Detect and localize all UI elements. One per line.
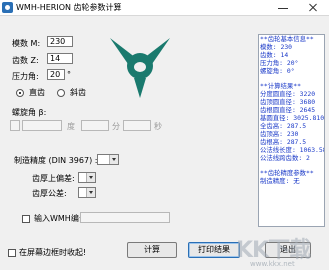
output-spacer	[259, 162, 324, 169]
window-title: WMH-HERION 齿轮参数计算	[16, 3, 122, 12]
minimize-button[interactable]	[272, 0, 294, 15]
spur-gear-radio[interactable]	[16, 89, 24, 97]
collapse-at-edge-checkbox[interactable]	[8, 249, 16, 257]
precision-select[interactable]	[97, 154, 119, 165]
pressure-angle-label: 压力角:	[12, 72, 39, 81]
wmh-number-checkbox[interactable]	[22, 215, 30, 223]
watermark-url: www.kkx.net	[250, 260, 295, 268]
helical-gear-label: 斜齿	[70, 88, 86, 97]
module-input[interactable]: 230	[47, 36, 73, 47]
collapse-at-edge-label: 在屏幕边框时收起!	[19, 248, 87, 257]
helix-minute-input	[81, 120, 109, 131]
helix-angle-label: 螺旋角 β:	[12, 108, 47, 117]
output-line: 齿顶高: 230	[260, 130, 299, 138]
helix-second-unit: 秒	[154, 122, 162, 131]
output-line: 齿根圆直径: 2645	[260, 106, 316, 114]
output-line: 齿顶圆直径: 3680	[260, 98, 316, 106]
helical-gear-radio[interactable]	[57, 89, 65, 97]
teeth-label: 齿数 Z:	[12, 56, 39, 65]
tolerance-select[interactable]	[78, 187, 96, 198]
output-line: 齿根高: 287.5	[260, 138, 307, 146]
teeth-input[interactable]: 14	[47, 53, 73, 64]
close-button[interactable]	[297, 0, 329, 15]
output-line: 压力角: 20°	[260, 59, 299, 67]
output-line: 制造精度: 无	[260, 177, 300, 185]
results-output[interactable]: **齿轮基本信息** 模数: 230 齿数: 14 压力角: 20° 螺旋角: 0° **…	[258, 34, 325, 227]
output-line: **齿轮基本信息**	[260, 35, 314, 43]
calculate-button[interactable]: 计算	[127, 242, 177, 258]
degree-symbol: °	[67, 70, 71, 79]
output-line: 螺旋角: 0°	[260, 67, 295, 75]
spur-gear-label: 直齿	[29, 88, 45, 97]
output-line: 基圆直径: 3025.8102	[260, 114, 325, 122]
gear-logo-icon	[110, 38, 170, 98]
module-label: 模数 M:	[12, 39, 41, 48]
wmh-number-label: 输入WMH编号	[34, 214, 87, 223]
output-line: 公法线长度: 1063.5832	[260, 146, 324, 154]
helix-second-input	[123, 120, 151, 131]
watermark: KK下载 www.kkx.net	[232, 222, 322, 268]
helix-degree-input	[22, 120, 62, 131]
title-bar: WMH-HERION 齿轮参数计算	[0, 0, 329, 16]
helix-degree-unit: 度	[67, 122, 75, 131]
upper-deviation-select[interactable]	[78, 172, 96, 183]
helix-minute-unit: 分	[112, 122, 120, 131]
wmh-number-input	[80, 212, 170, 223]
pressure-angle-input[interactable]: 20	[47, 69, 65, 80]
chevron-down-icon	[86, 188, 95, 197]
app-icon	[2, 2, 13, 13]
output-line: 公法线跨齿数: 2	[260, 154, 310, 162]
precision-label: 制造精度 (DIN 3967) :	[14, 156, 98, 165]
output-line: **齿轮精度参数**	[260, 169, 314, 177]
output-line: **计算结果**	[260, 82, 301, 90]
upper-deviation-label: 齿厚上偏差:	[32, 174, 75, 183]
chevron-down-icon	[109, 155, 118, 164]
output-line: 全齿高: 287.5	[260, 122, 307, 130]
output-spacer	[259, 75, 324, 82]
helix-sign-input	[10, 120, 20, 131]
tolerance-label: 齿厚公差:	[32, 189, 67, 198]
output-line: 齿数: 14	[260, 51, 289, 59]
output-line: 模数: 230	[260, 43, 293, 51]
output-line: 分度圆直径: 3220	[260, 90, 316, 98]
chevron-down-icon	[86, 173, 95, 182]
